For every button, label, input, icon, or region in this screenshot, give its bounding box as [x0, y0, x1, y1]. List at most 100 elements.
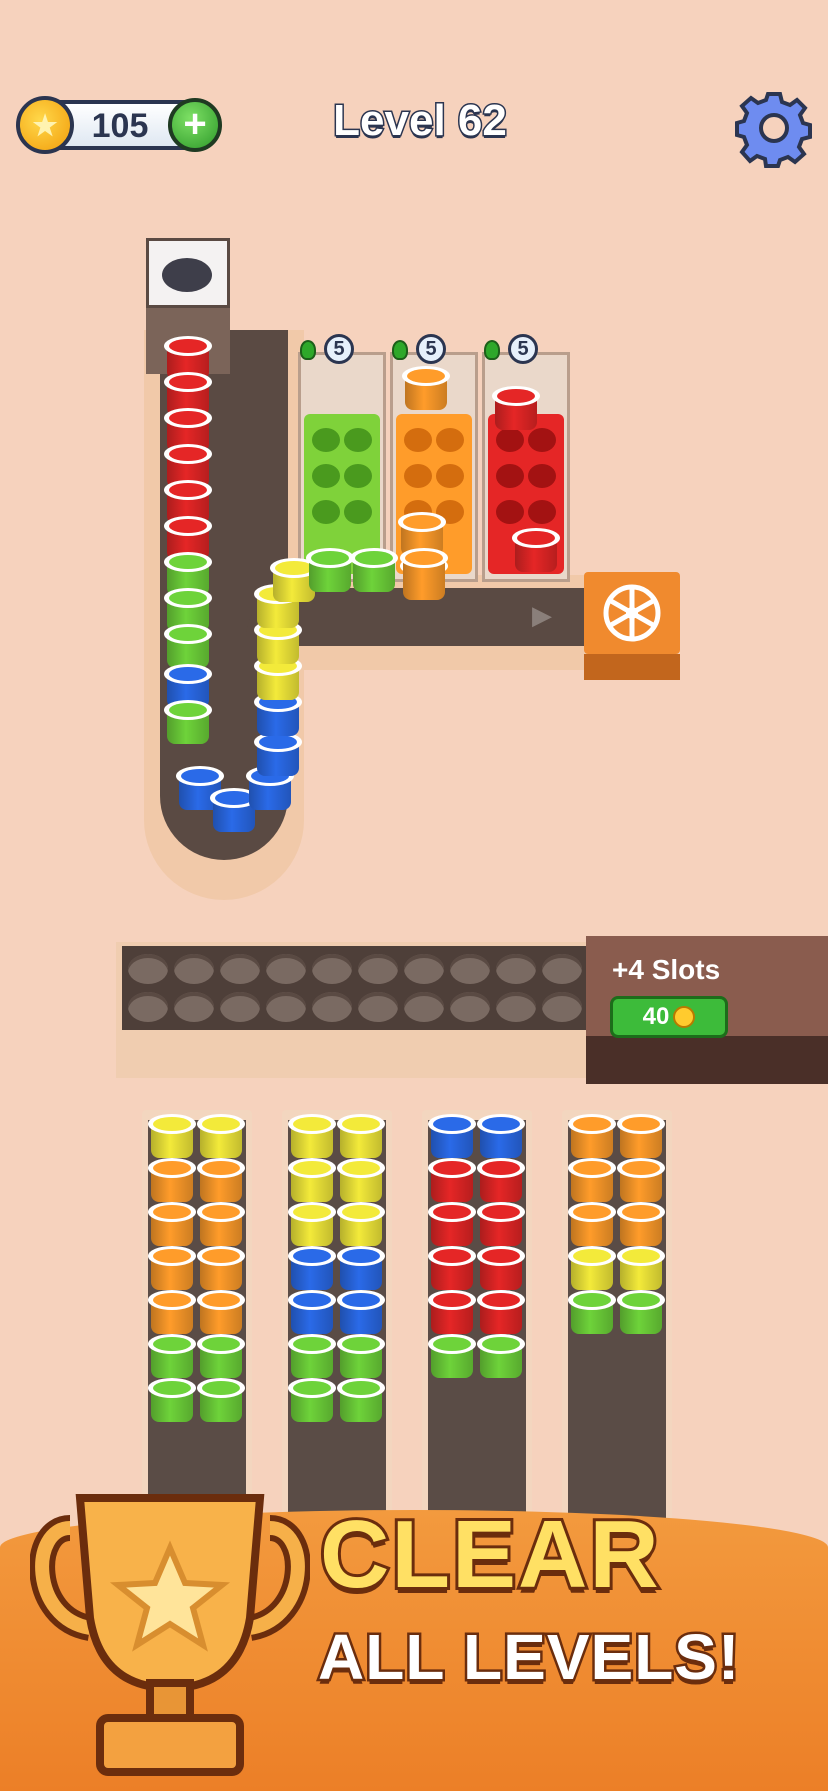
fan-icon	[603, 584, 661, 642]
green-cup[interactable]	[568, 1290, 616, 1334]
empty-slot	[266, 954, 306, 984]
yellow-cup[interactable]	[197, 1114, 245, 1158]
green-cup[interactable]	[288, 1378, 336, 1422]
empty-slot	[542, 954, 582, 984]
empty-slot	[174, 992, 214, 1022]
coin-icon: ★	[16, 96, 74, 154]
orange-cup[interactable]	[197, 1202, 245, 1246]
box-count-badge: 5	[324, 334, 354, 364]
green-cup[interactable]	[428, 1334, 476, 1378]
blue-cup[interactable]	[477, 1114, 525, 1158]
banner-title: CLEAR	[317, 1498, 662, 1611]
blue-cup[interactable]	[288, 1246, 336, 1290]
add-slots-panel-base	[586, 1036, 828, 1084]
red-cup[interactable]	[428, 1290, 476, 1334]
empty-slot	[312, 992, 352, 1022]
orange-cup[interactable]	[197, 1246, 245, 1290]
empty-slot	[404, 954, 444, 984]
orange-cup[interactable]	[568, 1158, 616, 1202]
green-cup[interactable]	[148, 1378, 196, 1422]
empty-slot	[496, 992, 536, 1022]
yellow-cup[interactable]	[288, 1202, 336, 1246]
red-cup[interactable]	[477, 1158, 525, 1202]
yellow-cup[interactable]	[617, 1246, 665, 1290]
yellow-cup[interactable]	[337, 1202, 385, 1246]
orange-cup[interactable]	[148, 1246, 196, 1290]
coin-count: 105	[91, 107, 149, 145]
green-cup[interactable]	[197, 1334, 245, 1378]
green-cup[interactable]	[337, 1378, 385, 1422]
green-cup[interactable]	[350, 548, 398, 592]
orange-cup[interactable]	[148, 1202, 196, 1246]
orange-cup[interactable]	[148, 1290, 196, 1334]
yellow-cup[interactable]	[288, 1114, 336, 1158]
empty-slot	[542, 992, 582, 1022]
crusher-machine	[584, 572, 680, 654]
coin-icon	[673, 1006, 696, 1028]
orange-cup[interactable]	[148, 1158, 196, 1202]
green-cup[interactable]	[164, 700, 212, 744]
orange-cup[interactable]	[568, 1114, 616, 1158]
orange-cup[interactable]	[617, 1158, 665, 1202]
green-dot-icon	[300, 340, 316, 360]
blue-cup[interactable]	[288, 1290, 336, 1334]
trophy-icon	[30, 1494, 310, 1776]
blue-cup[interactable]	[337, 1290, 385, 1334]
banner-subtitle: ALL LEVELS!	[316, 1619, 742, 1696]
yellow-cup[interactable]	[337, 1114, 385, 1158]
yellow-cup[interactable]	[288, 1158, 336, 1202]
holding-slots	[122, 946, 588, 1030]
empty-slot	[496, 954, 536, 984]
yellow-cup[interactable]	[148, 1114, 196, 1158]
add-slots-button[interactable]: 40	[610, 996, 728, 1038]
green-cup[interactable]	[164, 624, 212, 668]
yellow-cup[interactable]	[568, 1246, 616, 1290]
green-cup[interactable]	[337, 1334, 385, 1378]
empty-slot	[450, 954, 490, 984]
orange-cup[interactable]	[402, 366, 450, 410]
orange-cup[interactable]	[197, 1158, 245, 1202]
level-title: Level 62	[332, 95, 509, 147]
green-dot-icon	[392, 340, 408, 360]
empty-slot	[128, 954, 168, 984]
empty-slot	[358, 954, 398, 984]
settings-gear-icon[interactable]	[734, 88, 814, 168]
blue-cup[interactable]	[337, 1246, 385, 1290]
empty-slot	[220, 992, 260, 1022]
empty-slot	[404, 992, 444, 1022]
empty-slot	[312, 954, 352, 984]
red-cup[interactable]	[428, 1158, 476, 1202]
orange-cup[interactable]	[400, 548, 448, 592]
empty-slot	[128, 992, 168, 1022]
green-cup[interactable]	[148, 1334, 196, 1378]
green-cup[interactable]	[197, 1378, 245, 1422]
red-cup[interactable]	[477, 1246, 525, 1290]
red-cup[interactable]	[477, 1290, 525, 1334]
green-cup[interactable]	[477, 1334, 525, 1378]
red-cup[interactable]	[477, 1202, 525, 1246]
orange-cup[interactable]	[197, 1290, 245, 1334]
box-count-badge: 5	[508, 334, 538, 364]
green-dot-icon	[484, 340, 500, 360]
add-slots-label: +4 Slots	[612, 954, 721, 985]
orange-cup[interactable]	[617, 1202, 665, 1246]
green-cup[interactable]	[306, 548, 354, 592]
red-cup[interactable]	[512, 528, 560, 572]
yellow-cup[interactable]	[337, 1158, 385, 1202]
blue-cup[interactable]	[428, 1114, 476, 1158]
add-slots-price: 40	[642, 1003, 670, 1030]
empty-slot	[358, 992, 398, 1022]
red-cup[interactable]	[428, 1246, 476, 1290]
crusher-base	[584, 654, 680, 680]
green-cup[interactable]	[617, 1290, 665, 1334]
orange-cup[interactable]	[617, 1114, 665, 1158]
blue-cup[interactable]	[254, 732, 302, 776]
green-cup[interactable]	[288, 1334, 336, 1378]
empty-slot	[174, 954, 214, 984]
red-cup[interactable]	[428, 1202, 476, 1246]
orange-cup[interactable]	[568, 1202, 616, 1246]
red-cup[interactable]	[492, 386, 540, 430]
add-coins-button[interactable]: +	[168, 98, 222, 152]
empty-slot	[220, 954, 260, 984]
box-count-badge: 5	[416, 334, 446, 364]
